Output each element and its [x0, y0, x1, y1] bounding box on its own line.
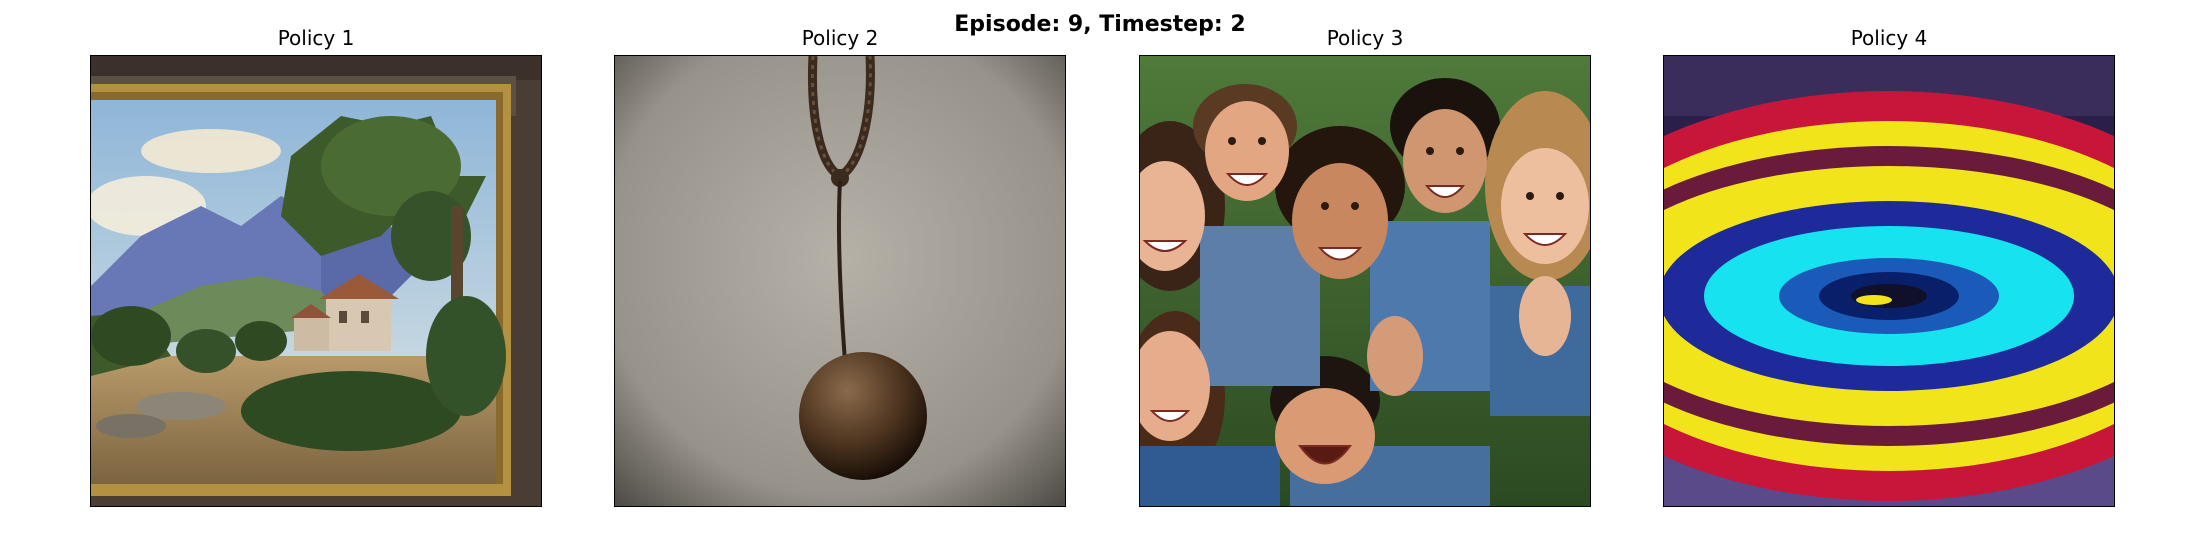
panel-title-policy-4: Policy 4	[1850, 26, 1928, 50]
panel-image-policy-3	[1139, 55, 1591, 507]
panel-image-policy-2	[614, 55, 1066, 507]
landscape-painting-image	[91, 56, 541, 506]
panel-image-policy-4	[1663, 55, 2115, 507]
panel-title-policy-1: Policy 1	[277, 26, 355, 50]
laughing-group-image	[1140, 56, 1590, 506]
concentric-rings-image	[1664, 56, 2114, 506]
hanging-sphere-image	[615, 56, 1065, 506]
panel-image-policy-1	[90, 55, 542, 507]
panel-title-policy-2: Policy 2	[801, 26, 879, 50]
panel-title-policy-3: Policy 3	[1326, 26, 1404, 50]
